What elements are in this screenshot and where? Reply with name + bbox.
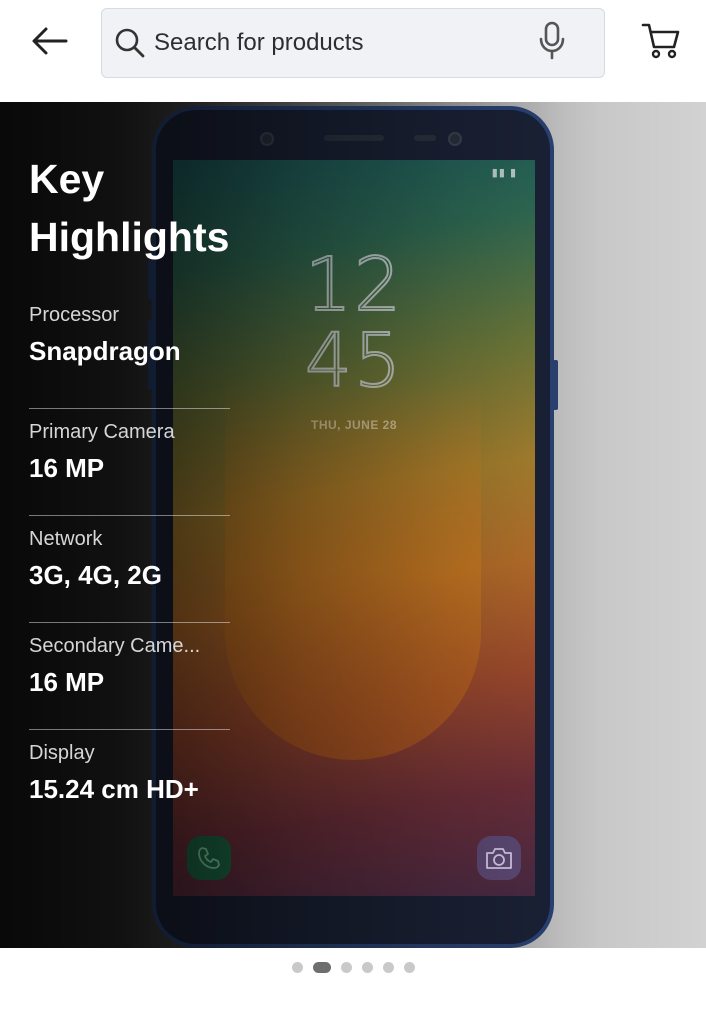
product-image-carousel[interactable]: ▮▮ ▮ 12 45 THU, JUNE 28 Key Highlights P… — [0, 102, 706, 948]
search-input[interactable]: Search for products — [101, 8, 605, 78]
phone-side-button — [553, 360, 558, 410]
highlight-label: Primary Camera — [29, 421, 175, 443]
search-placeholder: Search for products — [154, 29, 364, 56]
shopping-cart-icon — [641, 22, 681, 65]
earpiece-speaker — [324, 135, 384, 141]
microphone-button[interactable] — [532, 18, 572, 68]
highlight-label: Network — [29, 528, 103, 550]
phone-icon — [187, 836, 231, 880]
carousel-dot-active[interactable] — [312, 961, 331, 973]
cart-button[interactable] — [636, 20, 686, 66]
highlight-label: Display — [29, 742, 95, 764]
wallpaper-shape — [225, 380, 481, 760]
highlight-item: Network 3G, 4G, 2G — [29, 516, 230, 623]
highlight-value: 3G, 4G, 2G — [29, 560, 162, 590]
highlight-item: Display 15.24 cm HD+ — [29, 730, 230, 837]
highlight-value: 16 MP — [29, 453, 105, 483]
highlight-label: Secondary Came... — [29, 635, 201, 657]
key-highlights-panel: Key Highlights Processor Snapdragon Prim… — [29, 150, 230, 837]
microphone-icon — [537, 21, 567, 66]
front-sensor — [260, 132, 274, 146]
highlight-label: Processor — [29, 304, 120, 326]
highlight-value: 15.24 cm HD+ — [29, 774, 199, 804]
highlight-item: Processor Snapdragon — [29, 302, 230, 409]
key-highlights-title: Key Highlights — [29, 156, 230, 260]
highlights-list: Processor Snapdragon Primary Camera 16 M… — [29, 302, 230, 837]
signal-battery-icon: ▮▮ ▮ — [491, 167, 517, 179]
highlight-value: 16 MP — [29, 667, 105, 697]
highlight-item: Secondary Came... 16 MP — [29, 623, 230, 730]
carousel-dot[interactable] — [361, 961, 373, 973]
search-icon — [113, 26, 147, 60]
highlight-value: Snapdragon — [29, 336, 181, 366]
camera-icon — [477, 836, 521, 880]
top-bar: Search for products — [0, 0, 706, 102]
carousel-dot[interactable] — [403, 961, 415, 973]
carousel-pagination — [0, 960, 706, 974]
back-button[interactable] — [22, 20, 78, 66]
highlight-item: Primary Camera 16 MP — [29, 409, 230, 516]
carousel-dot[interactable] — [291, 961, 303, 973]
arrow-left-icon — [32, 27, 68, 60]
proximity-sensor — [414, 135, 436, 141]
carousel-dot[interactable] — [340, 961, 352, 973]
front-camera — [448, 132, 462, 146]
carousel-dot[interactable] — [382, 961, 394, 973]
